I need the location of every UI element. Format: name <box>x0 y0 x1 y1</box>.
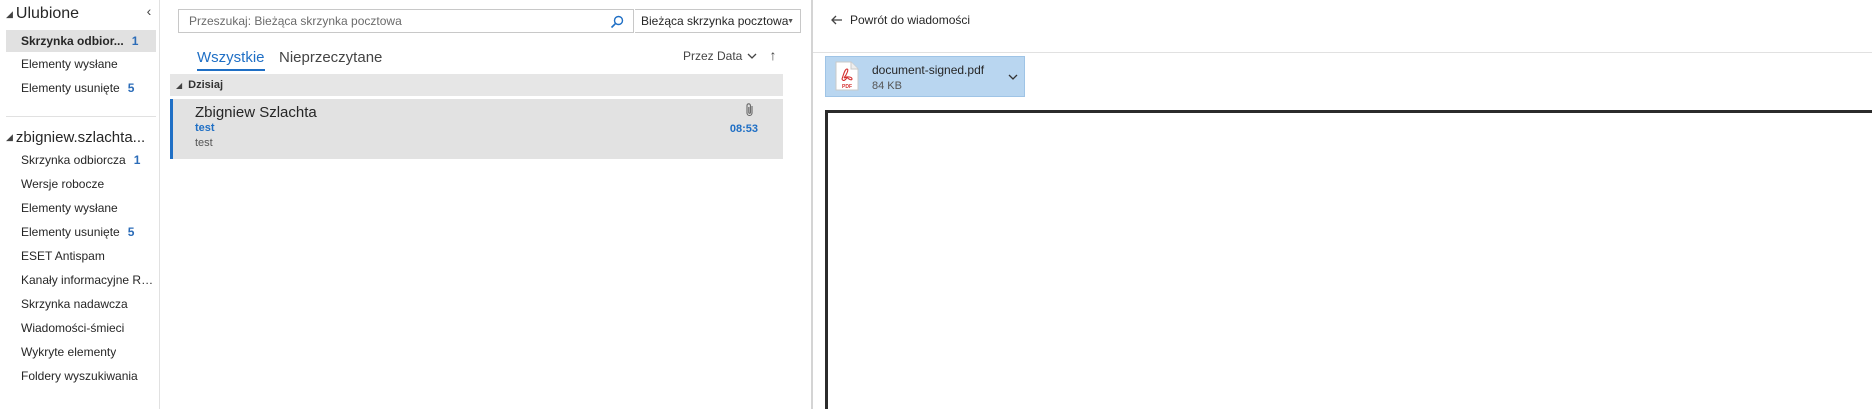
sort-label: Przez Data <box>683 49 743 63</box>
folder-label: Elementy wysłane <box>21 57 118 71</box>
folder-pane: ◢ Ulubione ‹ Skrzynka odbior... 1 Elemen… <box>0 0 160 409</box>
search-scope-label: Bieżąca skrzynka pocztowa <box>641 14 789 28</box>
folder-divider <box>6 116 156 117</box>
folder-sent[interactable]: Elementy wysłane <box>6 197 156 219</box>
account-label: zbigniew.szlachta... <box>15 128 146 146</box>
folder-favorite-sent[interactable]: Elementy wysłane <box>6 53 156 75</box>
reading-pane: Powrót do wiadomości PDF document-signed… <box>812 0 1872 409</box>
folder-junk[interactable]: Wiadomości-śmieci <box>6 317 156 339</box>
message-sender: Zbigniew Szlachta <box>195 104 317 121</box>
chevron-down-icon <box>747 49 757 63</box>
folder-label: Wiadomości-śmieci <box>21 321 125 335</box>
folder-label: Elementy usunięte <box>21 81 120 95</box>
group-header-today[interactable]: ◢ Dzisiaj <box>170 74 783 96</box>
folder-label: Foldery wyszukiwania <box>21 369 138 383</box>
search-input[interactable] <box>179 10 599 32</box>
folder-label: Skrzynka odbior... <box>21 34 124 48</box>
unread-count: 1 <box>131 34 139 48</box>
search-scope-dropdown[interactable]: Bieżąca skrzynka pocztowa ▼ <box>635 9 801 33</box>
search-box[interactable] <box>178 9 634 33</box>
attachment-name: document-signed.pdf <box>872 63 985 77</box>
message-preview: test <box>195 137 213 149</box>
chevron-down-icon[interactable] <box>1006 70 1020 84</box>
expand-triangle-icon[interactable]: ◢ <box>6 132 13 143</box>
message-time: 08:53 <box>729 123 758 135</box>
unread-count: 5 <box>127 225 135 239</box>
back-to-message-button[interactable]: Powrót do wiadomości <box>831 10 970 30</box>
message-subject: test <box>195 122 215 134</box>
folder-outbox[interactable]: Skrzynka nadawcza <box>6 293 156 315</box>
selection-bar <box>170 99 173 159</box>
attachment-size: 84 KB <box>872 80 902 92</box>
message-row[interactable]: Zbigniew Szlachta test test 08:53 <box>170 99 783 159</box>
folder-inbox[interactable]: Skrzynka odbiorcza 1 <box>6 149 156 171</box>
dropdown-arrow-icon: ▼ <box>787 18 794 25</box>
expand-triangle-icon[interactable]: ◢ <box>6 9 13 20</box>
group-label: Dzisiaj <box>188 79 224 91</box>
folder-label: ESET Antispam <box>21 249 105 263</box>
attachment-chip[interactable]: PDF document-signed.pdf 84 KB <box>825 56 1025 97</box>
folder-rss[interactable]: Kanały informacyjne RSS <box>6 269 156 291</box>
folder-deleted[interactable]: Elementy usunięte 5 <box>6 221 156 243</box>
back-label: Powrót do wiadomości <box>850 13 971 27</box>
tab-all[interactable]: Wszystkie <box>197 44 265 71</box>
collapse-pane-icon[interactable]: ‹ <box>141 2 157 20</box>
pdf-file-icon: PDF <box>835 61 859 91</box>
pdf-icon-label: PDF <box>842 84 852 90</box>
folder-label: Elementy usunięte <box>21 225 120 239</box>
folder-eset-antispam[interactable]: ESET Antispam <box>6 245 156 267</box>
arrow-left-icon <box>831 13 843 28</box>
unread-count: 5 <box>127 81 135 95</box>
folder-search-folders[interactable]: Foldery wyszukiwania <box>6 365 156 387</box>
folder-label: Elementy wysłane <box>21 201 118 215</box>
favorites-header[interactable]: ◢ Ulubione <box>6 4 79 24</box>
folder-drafts[interactable]: Wersje robocze <box>6 173 156 195</box>
unread-count: 1 <box>133 153 141 167</box>
folder-label: Skrzynka nadawcza <box>21 297 128 311</box>
folder-favorite-deleted[interactable]: Elementy usunięte 5 <box>6 77 156 99</box>
folder-label: Kanały informacyjne RSS <box>21 273 156 287</box>
tab-unread[interactable]: Nieprzeczytane <box>279 44 382 70</box>
reading-divider <box>813 52 1872 53</box>
folder-label: Wykryte elementy <box>21 345 117 359</box>
account-header[interactable]: ◢ zbigniew.szlachta... <box>6 126 156 148</box>
collapse-triangle-icon[interactable]: ◢ <box>176 81 182 90</box>
folder-label: Skrzynka odbiorcza <box>21 153 126 167</box>
sort-by-button[interactable]: Przez Data <box>683 46 757 66</box>
paperclip-icon <box>743 102 757 118</box>
folder-detected[interactable]: Wykryte elementy <box>6 341 156 363</box>
favorites-label: Ulubione <box>15 5 80 22</box>
folder-label: Wersje robocze <box>21 177 105 191</box>
message-list-pane: Bieżąca skrzynka pocztowa ▼ Wszystkie Ni… <box>161 0 812 409</box>
search-icon[interactable] <box>607 12 627 32</box>
sort-direction-arrow-icon[interactable]: ↑ <box>765 44 781 66</box>
folder-favorite-inbox[interactable]: Skrzynka odbior... 1 <box>6 30 156 52</box>
attachment-preview-frame[interactable] <box>825 110 1872 409</box>
